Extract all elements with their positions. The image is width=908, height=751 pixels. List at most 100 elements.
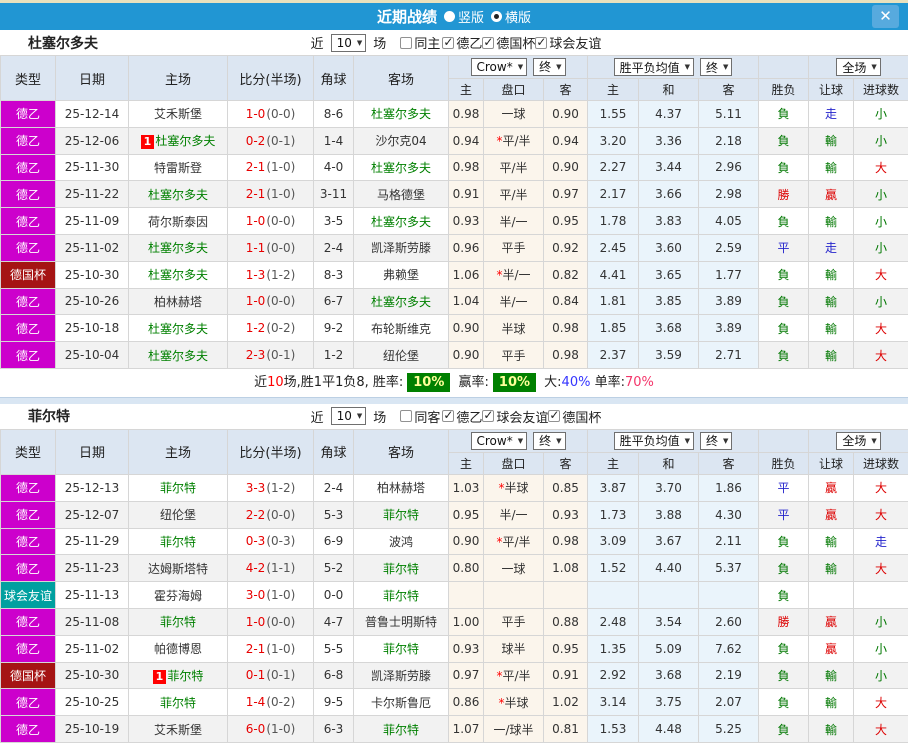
dropdown-arrow-icon: ▼ <box>556 62 562 71</box>
match-count-select[interactable]: 10 ▼ <box>330 33 367 52</box>
checkbox-league-2[interactable]: 德国杯 <box>548 407 601 426</box>
odds-home-cell <box>448 581 484 609</box>
avg-away-cell: 2.07 <box>698 688 760 717</box>
avg-final-select[interactable]: 终 ▼ <box>700 58 733 76</box>
radio-icon <box>443 11 455 22</box>
score-cell: 1-1(0-0) <box>227 233 314 262</box>
dropdown-arrow-icon: ▼ <box>723 436 729 445</box>
avg-away-cell: 2.96 <box>698 153 760 182</box>
dropdown-arrow-icon: ▼ <box>556 436 562 445</box>
checkbox-league-2[interactable]: 球会友谊 <box>535 33 601 52</box>
header-group-row: 类型 日期 主场 比分(半场) 角球 客场 Crow* ▼ 终 ▼ 胜平负均值 ▼ 终 ▼ 全场 ▼ <box>0 55 908 101</box>
avg-home-cell: 2.17 <box>587 180 640 209</box>
odds-source-select[interactable]: Crow* ▼ <box>470 58 528 77</box>
corners-cell: 2-4 <box>313 233 354 262</box>
result-cell: 負 <box>758 688 810 717</box>
team-label: 弗赖堡 <box>382 268 419 283</box>
team-label: 杜塞尔多夫 <box>147 187 208 202</box>
odds-final-select[interactable]: 终 ▼ <box>533 57 566 76</box>
full-time-score: 3-3 <box>245 480 266 495</box>
league-cell: 德乙 <box>0 634 56 663</box>
team-label: 杜塞尔多夫 <box>147 348 208 363</box>
match-count-select-label: 10 <box>336 35 352 50</box>
column-header-4: 角球 <box>313 55 354 101</box>
summary-bar: 近10场,胜1平1负8, 胜率: 10% 赢率: 10% 大:40% 单率:70% <box>0 368 908 397</box>
scope-select[interactable]: 全场 ▼ <box>836 431 881 450</box>
avg-away-cell: 5.25 <box>698 715 760 743</box>
league-cell: 德乙 <box>0 180 56 209</box>
goals-cell: 大 <box>853 314 908 343</box>
view-option-horizontal[interactable]: 横版 <box>491 7 531 26</box>
half-time-score: (0-0) <box>266 294 296 309</box>
odds-home-cell: 1.07 <box>448 715 484 743</box>
league-cell: 德乙 <box>0 153 56 182</box>
column-header-3: 比分(半场) <box>227 428 314 475</box>
checkbox-same-venue[interactable]: 同主 <box>400 33 440 52</box>
checkbox-icon <box>442 35 455 49</box>
avg-away-cell: 2.11 <box>698 527 760 556</box>
handicap-cell: 球半 <box>483 634 544 663</box>
handicap-result-cell <box>808 581 855 609</box>
full-time-score: 1-1 <box>245 240 266 255</box>
checkbox-league-1[interactable]: 球会友谊 <box>482 407 548 426</box>
away-team-cell: 杜塞尔多夫 <box>353 287 449 316</box>
full-time-score: 0-3 <box>245 534 266 549</box>
league-cell: 德国杯 <box>0 260 56 289</box>
odds-home-cell: 0.98 <box>448 100 484 128</box>
corners-cell: 6-8 <box>313 661 354 690</box>
checkbox-league-0[interactable]: 德乙 <box>442 407 482 426</box>
checkbox-league-0[interactable]: 德乙 <box>442 33 482 52</box>
sub-column-header-7: 让球 <box>808 78 855 101</box>
league-cell: 德乙 <box>0 233 56 262</box>
avg-home-cell: 3.14 <box>587 688 640 717</box>
odds-source-select-label: Crow* <box>476 60 513 75</box>
odds-group-header: Crow* ▼ 终 ▼ <box>447 428 589 453</box>
avg-select[interactable]: 胜平负均值 ▼ <box>613 58 695 76</box>
team-label: 霍芬海姆 <box>153 588 202 603</box>
league-cell: 德乙 <box>0 607 56 636</box>
date-cell: 25-11-23 <box>55 554 129 583</box>
scope-select[interactable]: 全场 ▼ <box>836 58 881 76</box>
corners-cell: 9-5 <box>313 688 354 717</box>
team-label: 马格德堡 <box>376 187 425 202</box>
view-option-vertical[interactable]: 竖版 <box>443 7 484 26</box>
goals-cell: 小 <box>853 661 908 690</box>
handicap-cell: *平/半 <box>483 126 544 155</box>
result-cell: 負 <box>758 527 810 556</box>
avg-final-select[interactable]: 终 ▼ <box>700 431 733 450</box>
sub-column-header-8: 进球数 <box>853 78 908 101</box>
odds-home-cell: 1.04 <box>448 287 484 316</box>
match-count-select[interactable]: 10 ▼ <box>330 407 367 426</box>
full-time-score: 1-0 <box>245 294 266 309</box>
sub-column-header-6: 胜负 <box>758 451 810 475</box>
full-time-score: 2-2 <box>245 507 266 522</box>
handicap-cell: 半/一 <box>483 207 544 235</box>
result-cell: 負 <box>758 287 810 316</box>
odds-home-cell: 0.97 <box>448 661 484 690</box>
score-cell: 1-0(0-0) <box>227 287 314 316</box>
half-time-score: (1-1) <box>266 561 296 576</box>
odds-final-select[interactable]: 终 ▼ <box>533 431 566 450</box>
away-team-cell: 弗赖堡 <box>353 260 449 289</box>
score-cell: 1-4(0-2) <box>227 688 314 717</box>
avg-draw-cell: 3.44 <box>638 153 700 182</box>
avg-select[interactable]: 胜平负均值 ▼ <box>613 431 695 450</box>
corners-cell: 5-5 <box>313 634 354 663</box>
handicap-cell: 半球 <box>483 314 544 343</box>
full-time-score: 0-1 <box>245 668 266 683</box>
avg-away-cell: 2.60 <box>698 607 760 636</box>
odds-source-select[interactable]: Crow* ▼ <box>470 432 528 451</box>
summary-part: 赢率: <box>454 374 489 390</box>
handicap-value: 半球 <box>504 695 529 710</box>
result-cell: 負 <box>758 341 810 369</box>
date-cell: 25-11-13 <box>55 581 129 609</box>
avg-select-label: 胜平负均值 <box>619 434 680 449</box>
checkbox-league-1[interactable]: 德国杯 <box>482 33 535 52</box>
handicap-result-cell: 走 <box>808 100 855 128</box>
goals-cell: 大 <box>853 260 908 289</box>
checkbox-same-venue[interactable]: 同客 <box>400 407 440 426</box>
close-button[interactable]: ✕ <box>872 5 899 28</box>
handicap-cell: *半/一 <box>483 260 544 289</box>
avg-draw-cell: 3.66 <box>638 180 700 209</box>
checkbox-icon <box>442 408 455 423</box>
